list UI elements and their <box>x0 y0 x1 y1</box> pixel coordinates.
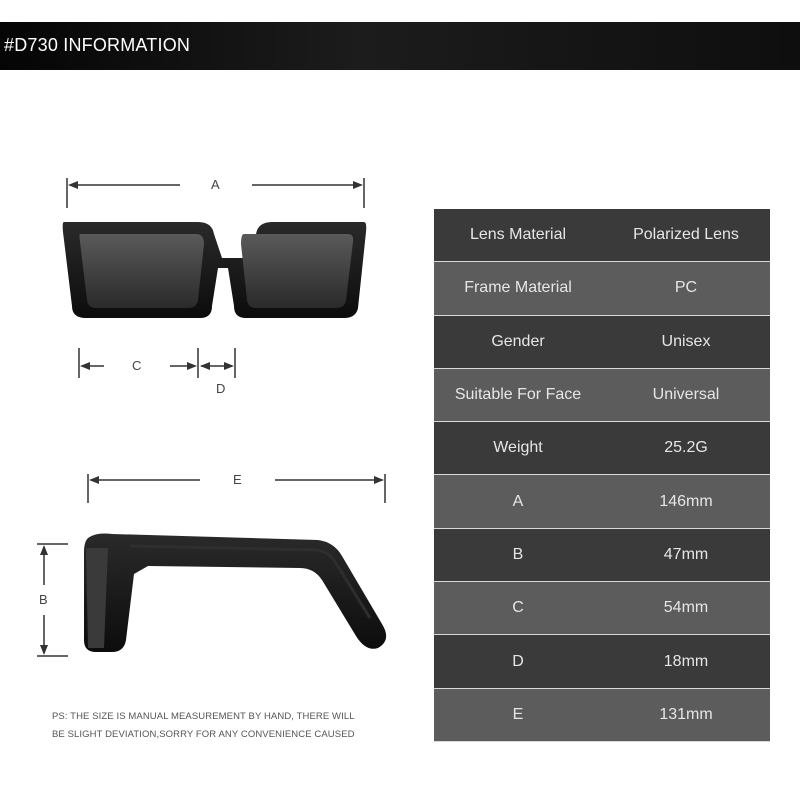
spec-value: 47mm <box>663 545 709 563</box>
measurement-note: PS: THE SIZE IS MANUAL MEASUREMENT BY HA… <box>52 708 382 744</box>
spec-value: Polarized Lens <box>633 226 739 244</box>
note-line-2: BE SLIGHT DEVIATION,SORRY FOR ANY CONVEN… <box>52 729 355 740</box>
table-row: Suitable For Face Universal <box>434 368 770 423</box>
table-row: A 146mm <box>434 475 770 529</box>
note-line-1: PS: THE SIZE IS MANUAL MEASUREMENT BY HA… <box>52 711 355 722</box>
table-row: Gender Unisex <box>434 315 770 369</box>
spec-value: PC <box>674 279 698 297</box>
spec-value: 18mm <box>663 652 709 670</box>
dimension-label-c: C <box>132 358 142 373</box>
spec-label: E <box>512 705 524 723</box>
spec-label: Weight <box>493 439 543 457</box>
spec-label: A <box>512 492 524 510</box>
table-row: Lens Material Polarized Lens <box>434 209 770 263</box>
dimension-line-d <box>200 348 236 378</box>
front-view-glasses <box>62 222 367 318</box>
dimension-label-d: D <box>216 381 226 396</box>
table-row: E 131mm <box>434 688 770 742</box>
spec-label: Suitable For Face <box>454 386 582 404</box>
table-row: Frame Material PC <box>434 262 770 316</box>
spec-value: 146mm <box>659 492 713 510</box>
table-row: D 18mm <box>434 635 770 689</box>
dimension-label-e: E <box>233 472 242 487</box>
spec-value: Unisex <box>661 332 711 350</box>
spec-label: B <box>512 545 524 563</box>
spec-label: Gender <box>491 332 545 350</box>
spec-label: Frame Material <box>464 279 572 297</box>
table-row: C 54mm <box>434 582 770 636</box>
specs-table: Lens Material Polarized Lens Frame Mater… <box>434 209 770 742</box>
spec-value: 25.2G <box>664 439 708 457</box>
table-row: B 47mm <box>434 528 770 583</box>
spec-value: 54mm <box>663 599 709 617</box>
spec-value: 131mm <box>659 705 713 723</box>
spec-value: Universal <box>652 386 720 404</box>
side-view-glasses <box>84 533 387 652</box>
table-row: Weight 25.2G <box>434 422 770 476</box>
spec-label: C <box>512 599 524 617</box>
spec-label: Lens Material <box>469 226 567 244</box>
spec-label: D <box>512 652 524 670</box>
dimension-label-b: B <box>39 592 48 607</box>
dimension-label-a: A <box>211 177 220 192</box>
